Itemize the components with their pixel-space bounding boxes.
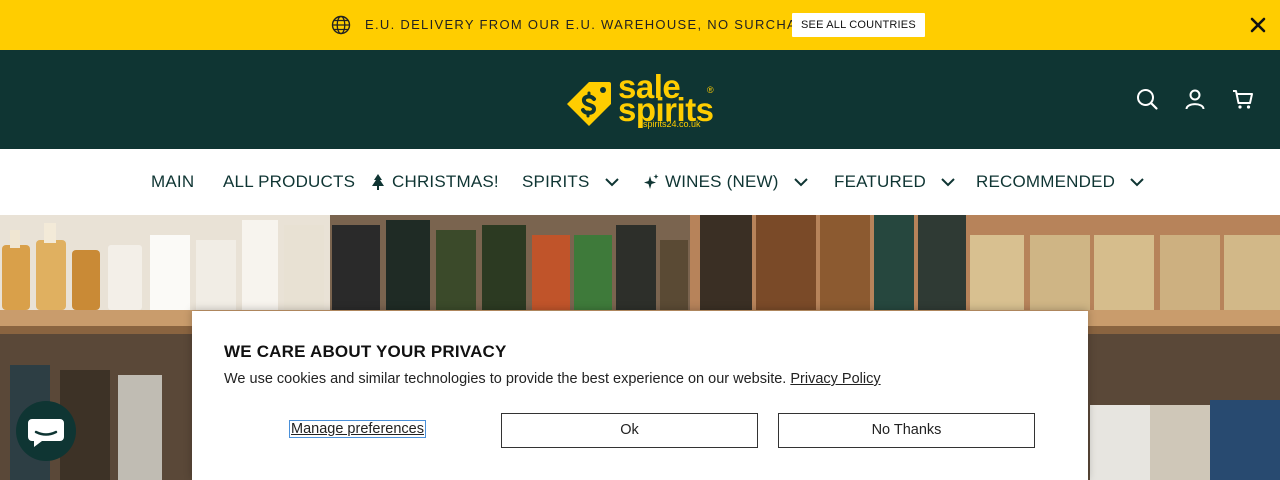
no-thanks-button[interactable]: No Thanks	[778, 413, 1035, 448]
logo-domain: spirits24.co.uk	[643, 119, 701, 129]
tree-icon	[372, 174, 384, 190]
cart-icon[interactable]	[1231, 87, 1255, 111]
logo-tag-icon	[567, 82, 611, 126]
logo-registered-mark: ®	[707, 85, 714, 95]
nav-item-recommended[interactable]: RECOMMENDED	[976, 172, 1145, 192]
nav-item-label: RECOMMENDED	[976, 172, 1116, 191]
announcement-text: E.U. DELIVERY FROM OUR E.U. WAREHOUSE, N…	[365, 17, 844, 32]
see-all-countries-button[interactable]: SEE ALL COUNTRIES	[792, 13, 925, 37]
consent-body: We use cookies and similar technologies …	[224, 371, 881, 387]
site-header: sale spirits ® spirits24.co.uk	[0, 50, 1280, 149]
close-icon[interactable]	[1248, 15, 1268, 35]
nav-item-featured[interactable]: FEATURED	[834, 172, 956, 192]
search-icon[interactable]	[1135, 87, 1159, 111]
nav-item-label: FEATURED	[834, 172, 926, 191]
nav-item-spirits[interactable]: SPIRITS	[522, 172, 620, 192]
nav-item-label: WINES (NEW)	[665, 172, 779, 191]
nav-item-label: ALL PRODUCTS	[223, 172, 356, 191]
nav-item-christmas[interactable]: CHRISTMAS!	[370, 172, 499, 192]
privacy-policy-link[interactable]: Privacy Policy	[790, 371, 880, 387]
chat-icon	[28, 419, 64, 447]
announcement-bar: E.U. DELIVERY FROM OUR E.U. WAREHOUSE, N…	[0, 0, 1280, 50]
nav-item-label: MAIN	[151, 172, 195, 191]
nav-item-label: SPIRITS	[522, 172, 590, 191]
nav-item-main[interactable]: MAIN	[151, 172, 194, 192]
chat-button[interactable]	[16, 401, 76, 461]
manage-preferences-link[interactable]: Manage preferences	[289, 420, 426, 438]
chevron-down-icon	[941, 178, 955, 187]
nav-item-label: CHRISTMAS!	[392, 172, 499, 191]
site-logo[interactable]: sale spirits ® spirits24.co.uk	[563, 68, 719, 132]
ok-button[interactable]: Ok	[501, 413, 758, 448]
chevron-down-icon	[793, 178, 808, 187]
nav-item-all-products[interactable]: ALL PRODUCTS	[223, 172, 355, 192]
main-navigation: MAIN ALL PRODUCTS CHRISTMAS! SPIRITS WIN…	[0, 149, 1280, 215]
nav-item-wines[interactable]: WINES (NEW)	[643, 172, 809, 192]
account-icon[interactable]	[1183, 87, 1207, 111]
consent-body-text: We use cookies and similar technologies …	[224, 371, 787, 387]
chevron-down-icon	[604, 178, 619, 187]
sparkle-icon	[644, 174, 659, 189]
chevron-down-icon	[1130, 178, 1144, 187]
globe-icon	[331, 15, 351, 35]
consent-title: WE CARE ABOUT YOUR PRIVACY	[224, 342, 507, 361]
cookie-consent-dialog: WE CARE ABOUT YOUR PRIVACY We use cookie…	[192, 311, 1088, 480]
